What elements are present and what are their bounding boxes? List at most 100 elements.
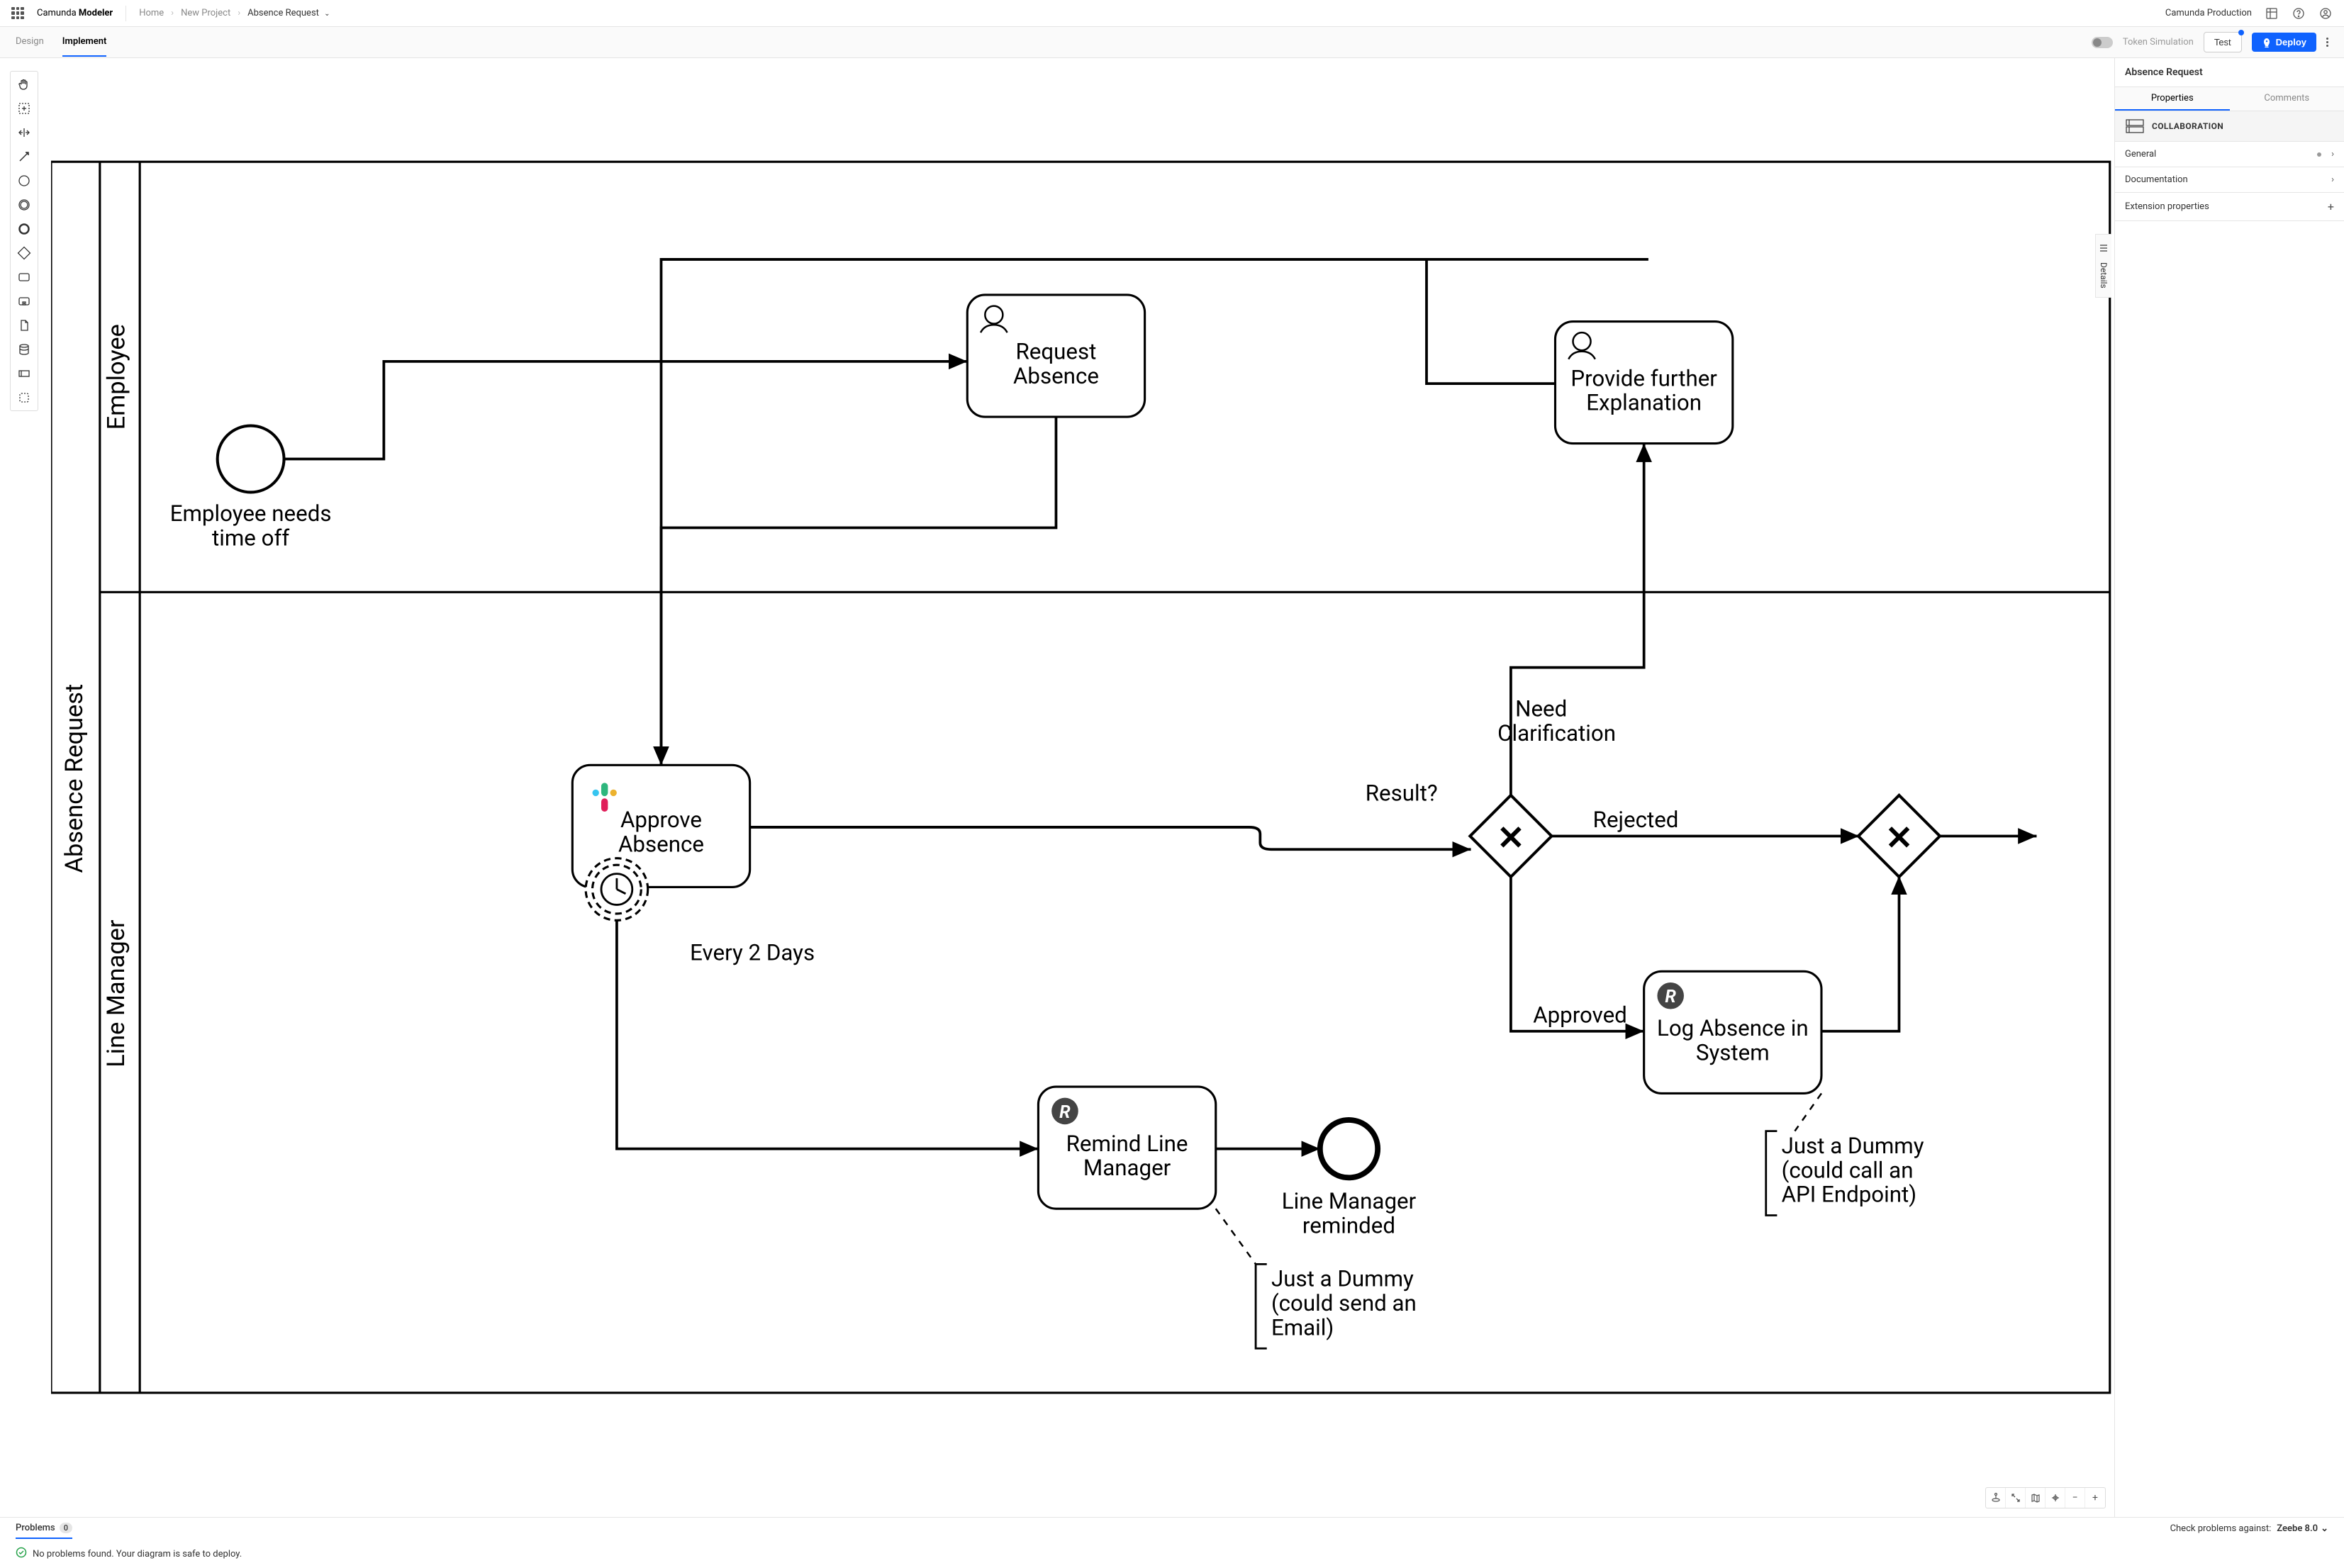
panel-title: Absence Request — [2115, 58, 2344, 87]
bpmn-diagram[interactable]: Absence Request Employee Line Manager Em… — [51, 71, 2114, 1517]
breadcrumb-current[interactable]: Absence Request ⌄ — [247, 8, 330, 18]
chevron-right-icon: › — [238, 8, 240, 18]
flow-start-to-request[interactable] — [284, 362, 968, 459]
svg-text:✕: ✕ — [1497, 819, 1524, 858]
problems-content: No problems found. Your diagram is safe … — [0, 1540, 2344, 1568]
test-button[interactable]: Test — [2204, 32, 2242, 52]
help-icon[interactable] — [2292, 6, 2306, 21]
flow-timer-to-remind[interactable] — [617, 920, 1039, 1148]
fullscreen-icon[interactable] — [2006, 1488, 2026, 1508]
start-event[interactable] — [218, 426, 284, 493]
grid-icon[interactable] — [2265, 6, 2279, 21]
flow-approved-label: Approved — [1533, 1002, 1627, 1028]
check-against-label: Check problems against: — [2170, 1523, 2272, 1534]
modified-dot-icon — [2317, 152, 2321, 157]
flow-clarification-label: NeedClarification — [1497, 695, 1616, 746]
breadcrumb-project[interactable]: New Project — [181, 8, 230, 18]
plus-icon[interactable]: + — [2328, 200, 2334, 213]
chevron-down-icon: ⌄ — [324, 10, 330, 18]
problems-message: No problems found. Your diagram is safe … — [33, 1549, 242, 1559]
lane-employee-label: Employee — [102, 324, 130, 430]
timer-label: Every 2 Days — [690, 940, 815, 966]
tab-implement[interactable]: Implement — [62, 28, 107, 57]
flow-log-to-merge[interactable] — [1821, 876, 1899, 1031]
diagram-canvas[interactable]: Absence Request Employee Line Manager Em… — [51, 71, 2114, 1517]
task-provide-explanation-label: Provide furtherExplanation — [1570, 365, 1717, 415]
panel-tab-comments[interactable]: Comments — [2230, 87, 2344, 111]
app-menu-icon[interactable] — [11, 7, 24, 20]
section-documentation[interactable]: Documentation › — [2115, 167, 2344, 193]
end-event-icon[interactable] — [16, 220, 33, 237]
annotation-log: Just a Dummy(could call anAPI Endpoint) — [1782, 1133, 1924, 1208]
data-object-icon[interactable] — [16, 317, 33, 334]
participant-icon[interactable] — [16, 365, 33, 382]
lasso-tool-icon[interactable] — [16, 100, 33, 117]
fit-viewport-icon[interactable] — [2046, 1488, 2065, 1508]
brand: Camunda Modeler — [37, 8, 113, 18]
token-simulation-label: Token Simulation — [2123, 37, 2194, 47]
space-tool-icon[interactable] — [16, 124, 33, 141]
svg-text:R: R — [1059, 1102, 1071, 1123]
problems-tab[interactable]: Problems 0 — [16, 1518, 72, 1539]
expanded-subprocess-icon[interactable] — [16, 293, 33, 310]
text-annotation-bracket — [1766, 1131, 1777, 1216]
minimap-icon[interactable] — [2026, 1488, 2046, 1508]
flow-request-to-approve[interactable] — [661, 417, 1056, 765]
end-event-reminded[interactable] — [1320, 1120, 1378, 1177]
flow-approve-to-gateway[interactable] — [750, 827, 1471, 849]
hand-tool-icon[interactable] — [16, 76, 33, 93]
flow-rejected-label: Rejected — [1593, 807, 1679, 833]
section-general[interactable]: General › — [2115, 142, 2344, 167]
task-icon[interactable] — [16, 269, 33, 286]
start-event-label: Employee needstime off — [170, 500, 332, 551]
chevron-right-icon: › — [2331, 174, 2334, 185]
connect-tool-icon[interactable] — [16, 148, 33, 165]
pool-label: Absence Request — [60, 684, 89, 873]
annotation-remind: Just a Dummy(could send anEmail) — [1271, 1266, 1417, 1341]
end-event-reminded-label: Line Managerreminded — [1282, 1188, 1417, 1238]
list-icon — [2099, 243, 2109, 255]
gateway-icon[interactable] — [16, 245, 33, 262]
environment-label[interactable]: Camunda Production — [2165, 8, 2252, 18]
text-annotation-bracket — [1256, 1264, 1267, 1348]
properties-panel: Absence Request Properties Comments COLL… — [2114, 58, 2344, 1517]
rocket-icon — [2262, 38, 2272, 47]
reset-view-icon[interactable] — [1986, 1488, 2006, 1508]
start-event-icon[interactable] — [16, 172, 33, 189]
token-simulation-toggle[interactable] — [2092, 37, 2113, 48]
chevron-down-icon: ⌄ — [2321, 1523, 2328, 1534]
data-store-icon[interactable] — [16, 341, 33, 358]
svg-text:R: R — [1665, 987, 1676, 1007]
group-icon[interactable] — [16, 389, 33, 406]
panel-tab-properties[interactable]: Properties — [2115, 87, 2230, 111]
problems-bar: Problems 0 Check problems against: Zeebe… — [0, 1517, 2344, 1540]
more-menu-icon[interactable] — [2326, 38, 2328, 47]
mode-bar: Design Implement Token Simulation Test D… — [0, 27, 2344, 58]
element-type-row: COLLABORATION — [2115, 111, 2344, 142]
tool-palette — [10, 71, 38, 411]
task-request-absence-label: RequestAbsence — [1013, 339, 1099, 389]
breadcrumb-home[interactable]: Home — [139, 8, 164, 18]
engine-selector[interactable]: Zeebe 8.0 ⌄ — [2277, 1523, 2328, 1534]
zoom-in-icon[interactable]: + — [2085, 1488, 2105, 1508]
brand-suffix: Modeler — [79, 8, 113, 18]
task-approve-absence-label: ApproveAbsence — [618, 807, 704, 857]
details-drawer[interactable]: Details — [2095, 234, 2111, 298]
tab-design[interactable]: Design — [16, 28, 44, 57]
chevron-right-icon: › — [171, 8, 174, 18]
canvas-controls: − + — [1985, 1487, 2106, 1508]
association — [1216, 1209, 1256, 1264]
user-icon[interactable] — [2318, 6, 2333, 21]
top-bar: Camunda Modeler Home › New Project › Abs… — [0, 0, 2344, 27]
intermediate-event-icon[interactable] — [16, 196, 33, 213]
breadcrumb: Home › New Project › Absence Request ⌄ — [139, 8, 330, 18]
zoom-out-icon[interactable]: − — [2065, 1488, 2085, 1508]
element-type-label: COLLABORATION — [2152, 121, 2223, 131]
task-remind-manager-label: Remind LineManager — [1066, 1131, 1188, 1181]
section-extension[interactable]: Extension properties + — [2115, 193, 2344, 221]
notification-dot — [2238, 30, 2244, 35]
problems-count-badge: 0 — [60, 1523, 72, 1533]
chevron-right-icon: › — [2331, 149, 2334, 159]
divider — [125, 6, 126, 21]
deploy-button[interactable]: Deploy — [2252, 33, 2316, 52]
